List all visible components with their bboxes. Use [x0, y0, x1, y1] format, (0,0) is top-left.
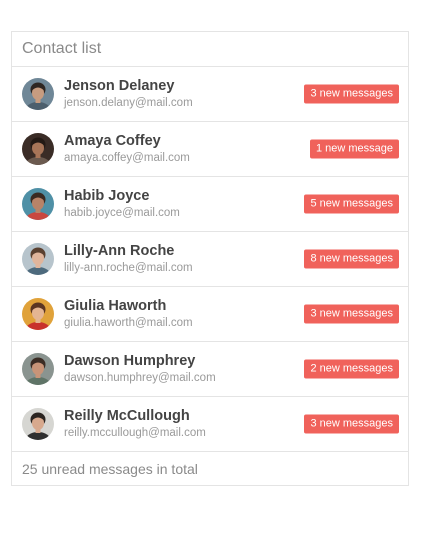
avatar [22, 353, 54, 385]
person-photo-icon [22, 298, 54, 330]
contact-name: Giulia Haworth [64, 298, 167, 314]
avatar [22, 78, 54, 110]
contact-name: Lilly-Ann Roche [64, 243, 175, 259]
avatar [22, 188, 54, 220]
contact-row[interactable]: Giulia Haworth giulia.haworth@mail.com 3… [12, 287, 408, 342]
person-photo-icon [22, 188, 54, 220]
contact-email: lilly-ann.roche@mail.com [64, 262, 193, 274]
contact-name: Amaya Coffey [64, 133, 161, 149]
contact-email: amaya.coffey@mail.com [64, 152, 190, 164]
contact-row[interactable]: Reilly McCullough reilly.mccullough@mail… [12, 397, 408, 452]
person-photo-icon [22, 243, 54, 275]
new-messages-badge: 5 new messages [304, 194, 399, 214]
contact-email: giulia.haworth@mail.com [64, 317, 193, 329]
contact-name: Habib Joyce [64, 188, 150, 204]
contact-row[interactable]: Lilly-Ann Roche lilly-ann.roche@mail.com… [12, 232, 408, 287]
new-messages-badge: 2 new messages [304, 359, 399, 379]
avatar [22, 408, 54, 440]
panel-title: Contact list [12, 32, 408, 67]
new-messages-badge: 3 new messages [304, 414, 399, 434]
contact-row[interactable]: Dawson Humphrey dawson.humphrey@mail.com… [12, 342, 408, 397]
contact-list: Jenson Delaney jenson.delany@mail.com 3 … [12, 67, 408, 452]
person-photo-icon [22, 78, 54, 110]
new-messages-badge: 3 new messages [304, 84, 399, 104]
contact-list-panel: Contact list Jenson Delaney jenson.delan… [11, 31, 409, 486]
avatar [22, 133, 54, 165]
new-messages-badge: 3 new messages [304, 304, 399, 324]
person-photo-icon [22, 133, 54, 165]
contact-row[interactable]: Jenson Delaney jenson.delany@mail.com 3 … [12, 67, 408, 122]
contact-name: Jenson Delaney [64, 78, 175, 94]
new-messages-badge: 8 new messages [304, 249, 399, 269]
contact-email: habib.joyce@mail.com [64, 207, 180, 219]
person-photo-icon [22, 408, 54, 440]
contact-email: reilly.mccullough@mail.com [64, 427, 206, 439]
contact-name: Dawson Humphrey [64, 353, 196, 369]
contact-row[interactable]: Amaya Coffey amaya.coffey@mail.com 1 new… [12, 122, 408, 177]
new-messages-badge: 1 new message [309, 139, 399, 159]
person-photo-icon [22, 353, 54, 385]
contact-email: dawson.humphrey@mail.com [64, 372, 216, 384]
contact-email: jenson.delany@mail.com [64, 97, 193, 109]
unread-summary: 25 unread messages in total [22, 460, 198, 477]
avatar [22, 298, 54, 330]
avatar [22, 243, 54, 275]
contact-row[interactable]: Habib Joyce habib.joyce@mail.com 5 new m… [12, 177, 408, 232]
contact-name: Reilly McCullough [64, 408, 190, 424]
